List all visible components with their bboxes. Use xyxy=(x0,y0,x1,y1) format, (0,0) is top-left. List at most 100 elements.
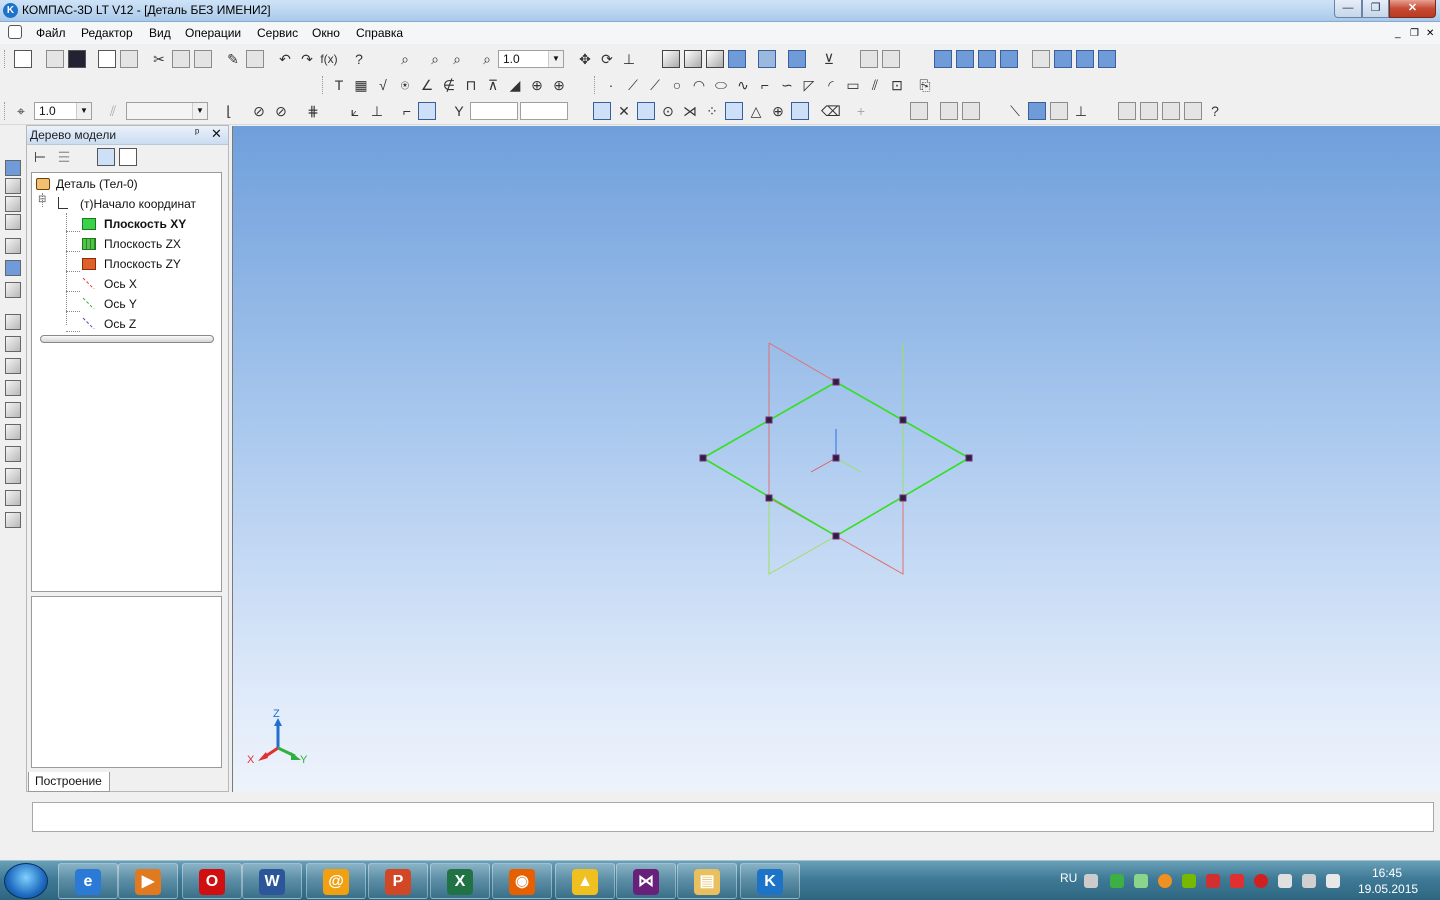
loft-icon[interactable] xyxy=(1000,50,1018,68)
segment-icon[interactable]: ⟋ xyxy=(646,76,664,94)
menu-service[interactable]: Сервис xyxy=(257,26,298,40)
variables-icon[interactable]: f(x) xyxy=(320,50,338,68)
editing-mode-icon[interactable] xyxy=(5,160,21,176)
tree-node-plane-zy[interactable]: Плоскость ZY xyxy=(104,257,181,271)
ellipse-icon[interactable]: ⬭ xyxy=(712,76,730,94)
fillet-op-icon[interactable] xyxy=(5,336,21,352)
toolbar-grip[interactable] xyxy=(594,76,598,94)
plane-offset-icon[interactable] xyxy=(1028,102,1046,120)
menu-editor[interactable]: Редактор xyxy=(81,26,133,40)
tree-list-icon[interactable]: ☰ xyxy=(55,148,73,166)
toolbar-grip[interactable] xyxy=(4,50,8,68)
mail-agent-taskbar-button[interactable]: @ xyxy=(306,863,366,899)
rib-op-icon[interactable] xyxy=(5,402,21,418)
kompas-logo-icon[interactable]: K xyxy=(3,3,18,18)
shell-op-icon[interactable] xyxy=(5,380,21,396)
hole-op-icon[interactable] xyxy=(5,358,21,374)
step-combo[interactable]: 1.0 ▼ xyxy=(34,102,92,120)
menu-file[interactable]: Файл xyxy=(36,26,66,40)
fillet-icon[interactable]: ◜ xyxy=(822,76,840,94)
extrude-op-icon[interactable] xyxy=(5,238,21,254)
revolve-op-icon[interactable] xyxy=(5,282,21,298)
measure-mode-icon[interactable] xyxy=(5,196,21,212)
dimension-icon[interactable] xyxy=(1054,50,1072,68)
layer-icon[interactable]: ⫽ xyxy=(104,102,122,120)
menu-operations[interactable]: Операции xyxy=(185,26,241,40)
collapse-toggle-icon[interactable]: ⊟ xyxy=(38,194,46,205)
round-icon[interactable]: ⊘ xyxy=(272,102,290,120)
chamfer-op-icon[interactable] xyxy=(5,446,21,462)
refresh-icon[interactable] xyxy=(882,50,900,68)
base-icon[interactable]: ⍟ xyxy=(396,76,414,94)
extrude-icon[interactable] xyxy=(934,50,952,68)
spline-icon[interactable]: ∿ xyxy=(734,76,752,94)
chamfer-icon[interactable]: ◸ xyxy=(800,76,818,94)
pattern-op-icon[interactable] xyxy=(5,468,21,484)
snap-extra-icon[interactable]: + xyxy=(852,102,870,120)
redo-icon[interactable]: ↷ xyxy=(298,50,316,68)
filter-icon[interactable]: ⊻ xyxy=(820,50,838,68)
sketch-mode-icon[interactable] xyxy=(5,178,21,194)
tree-node-axis-x[interactable]: Ось X xyxy=(104,277,137,291)
insert-view-icon[interactable] xyxy=(940,102,958,120)
antivirus-icon[interactable] xyxy=(1230,874,1244,888)
wireframe-icon[interactable] xyxy=(662,50,680,68)
tree-structure-icon[interactable]: ⊢ xyxy=(31,148,49,166)
maximize-button[interactable]: ❐ xyxy=(1362,0,1389,18)
flash-icon[interactable] xyxy=(1158,874,1172,888)
language-indicator[interactable]: RU xyxy=(1060,871,1077,885)
chevron-down-icon[interactable]: ▼ xyxy=(548,51,563,67)
hidden-lines-icon[interactable] xyxy=(684,50,702,68)
sketch-canvas[interactable] xyxy=(233,126,1440,792)
ortho-icon[interactable]: ⟀ xyxy=(346,102,364,120)
perspective-icon[interactable] xyxy=(788,50,806,68)
thin-hidden-lines-icon[interactable] xyxy=(706,50,724,68)
status-field[interactable] xyxy=(32,802,1434,832)
action-center-icon[interactable] xyxy=(1278,874,1292,888)
copy-icon[interactable] xyxy=(172,50,190,68)
snap-intersection-icon[interactable]: ✕ xyxy=(615,102,633,120)
tree-node-origin[interactable]: (т)Начало координат xyxy=(80,197,196,211)
sketch-edit-icon[interactable] xyxy=(1118,102,1136,120)
dimension-driven-icon[interactable] xyxy=(1140,102,1158,120)
library-icon[interactable] xyxy=(246,50,264,68)
chevron-down-icon[interactable]: ▼ xyxy=(76,103,91,119)
tab-build[interactable]: Построение xyxy=(28,772,110,792)
close-button[interactable]: ✕ xyxy=(1389,0,1436,18)
grid-icon[interactable]: ⋕ xyxy=(304,102,322,120)
new-file-icon[interactable] xyxy=(14,50,32,68)
model-viewport[interactable]: Z X Y xyxy=(232,126,1440,792)
tree-node-plane-xy[interactable]: Плоскость XY xyxy=(104,217,186,231)
text-icon[interactable]: T xyxy=(330,76,348,94)
pin-icon[interactable]: ᵖ xyxy=(195,127,199,139)
security-icon[interactable] xyxy=(1134,874,1148,888)
equidistant-icon[interactable]: ⫽ xyxy=(866,76,884,94)
aimp-taskbar-button[interactable]: ▲ xyxy=(555,863,615,899)
mark-icon[interactable]: ∉ xyxy=(440,76,458,94)
tolerance-icon[interactable]: ∠ xyxy=(418,76,436,94)
print-preview-icon[interactable] xyxy=(98,50,116,68)
media-player-taskbar-button[interactable]: ▶ xyxy=(118,863,178,899)
nvidia-icon[interactable] xyxy=(1182,874,1196,888)
save-icon[interactable] xyxy=(68,50,86,68)
audio-manager-icon[interactable] xyxy=(1206,874,1220,888)
minimize-button[interactable]: — xyxy=(1334,0,1362,18)
pan-icon[interactable]: ✥ xyxy=(576,50,594,68)
document-icon[interactable] xyxy=(8,25,22,39)
mdi-close-button[interactable]: ✕ xyxy=(1426,28,1434,39)
rotate-icon[interactable]: ⟳ xyxy=(598,50,616,68)
tree-node-plane-zx[interactable]: Плоскость ZX xyxy=(104,237,181,251)
layout-icon[interactable] xyxy=(962,102,980,120)
kompas-taskbar-button[interactable]: K xyxy=(740,863,800,899)
shaded-icon[interactable] xyxy=(728,50,746,68)
start-button[interactable] xyxy=(4,863,48,899)
leader-icon[interactable] xyxy=(1098,50,1116,68)
visual-studio-taskbar-button[interactable]: ⋈ xyxy=(616,863,676,899)
roughness-icon[interactable]: √ xyxy=(374,76,392,94)
open-file-icon[interactable] xyxy=(46,50,64,68)
properties-icon[interactable] xyxy=(120,50,138,68)
chevron-down-icon[interactable]: ▼ xyxy=(192,103,207,119)
snap-quadrant-icon[interactable]: ⊕ xyxy=(769,102,787,120)
auxiliary-line-icon[interactable]: ⟋ xyxy=(624,76,642,94)
cut-op-icon[interactable] xyxy=(5,314,21,330)
